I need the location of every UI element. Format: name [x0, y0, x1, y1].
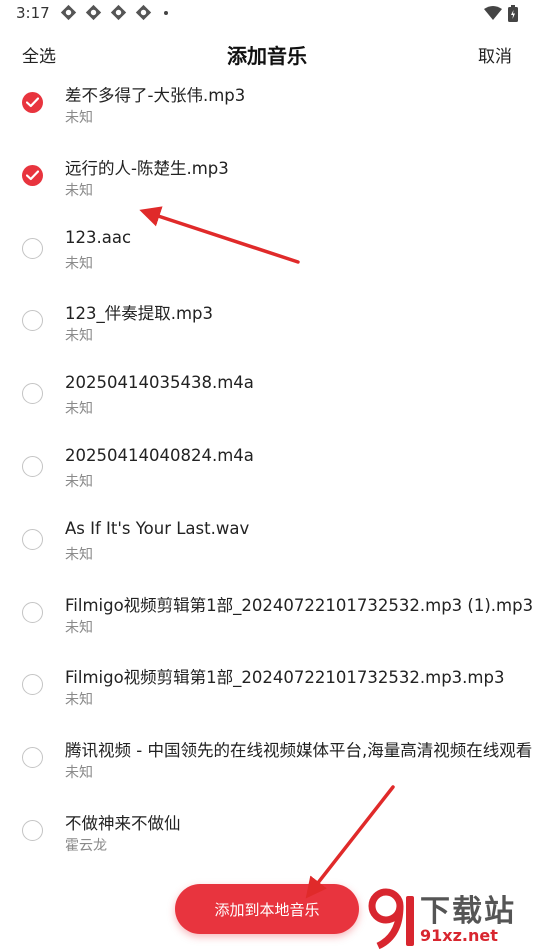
- item-artist: 未知: [65, 692, 93, 709]
- header: 全选 添加音乐 取消: [0, 30, 534, 76]
- item-title: 腾讯视频 - 中国领先的在线视频媒体平台,海量高清视频在线观看: [65, 741, 533, 761]
- status-time: 3:17: [16, 4, 50, 22]
- item-artist: 未知: [65, 328, 93, 345]
- item-artist: 未知: [65, 110, 93, 126]
- item-title: 123.aac: [65, 227, 132, 247]
- item-title: 远行的人-陈楚生.mp3: [65, 158, 229, 178]
- music-list: 差不多得了-大张伟.mp3 未知 远行的人-陈楚生.mp3 未知 123.aac 未知 12…: [0, 74, 534, 874]
- item-title: 差不多得了-大张伟.mp3: [65, 86, 246, 105]
- checkmark-icon: [26, 170, 39, 180]
- battery-icon: [508, 5, 518, 22]
- status-right: [484, 5, 518, 22]
- checkbox-unchecked-icon[interactable]: [22, 819, 43, 841]
- checkbox-unchecked-icon[interactable]: [22, 528, 43, 550]
- item-artist: 未知: [65, 473, 93, 490]
- item-title: As If It's Your Last.wav: [65, 518, 250, 538]
- status-bar: 3:17: [0, 0, 534, 28]
- checkbox-unchecked-icon[interactable]: [22, 601, 43, 623]
- wifi-icon: [484, 6, 502, 20]
- item-title: 20250414035438.m4a: [65, 373, 254, 393]
- checkbox-unchecked-icon[interactable]: [22, 674, 43, 696]
- list-item[interactable]: Filmigo视频剪辑第1部_20240722101732532.mp3.mp3…: [0, 656, 534, 729]
- list-item[interactable]: As If It's Your Last.wav 未知: [0, 511, 534, 584]
- app-icon: [135, 4, 152, 21]
- app-icon: [60, 4, 77, 21]
- item-title: Filmigo视频剪辑第1部_20240722101732532.mp3 (1)…: [65, 595, 534, 615]
- list-item[interactable]: 20250414040824.m4a 未知: [0, 438, 534, 511]
- cancel-button[interactable]: 取消: [478, 42, 512, 67]
- item-artist: 霍云龙: [65, 837, 107, 854]
- item-title: 20250414040824.m4a: [65, 445, 254, 465]
- page-title: 添加音乐: [227, 44, 307, 68]
- item-artist: 未知: [65, 401, 93, 418]
- checkbox-unchecked-icon[interactable]: [22, 383, 43, 405]
- list-item[interactable]: 123_伴奏提取.mp3 未知: [0, 292, 534, 365]
- checkbox-unchecked-icon[interactable]: [22, 237, 43, 259]
- checkbox-checked-icon[interactable]: [22, 92, 43, 113]
- list-item[interactable]: 腾讯视频 - 中国领先的在线视频媒体平台,海量高清视频在线观看 未知: [0, 729, 534, 802]
- list-item[interactable]: 差不多得了-大张伟.mp3 未知: [0, 74, 534, 147]
- list-item[interactable]: 不做神来不做仙 霍云龙: [0, 802, 534, 874]
- checkbox-unchecked-icon[interactable]: [22, 455, 43, 477]
- app-icon: [110, 4, 127, 21]
- checkbox-unchecked-icon[interactable]: [22, 747, 43, 769]
- status-dot: [164, 10, 168, 15]
- list-item[interactable]: Filmigo视频剪辑第1部_20240722101732532.mp3 (1)…: [0, 584, 534, 657]
- item-artist: 未知: [65, 255, 93, 272]
- item-title: Filmigo视频剪辑第1部_20240722101732532.mp3.mp3: [65, 668, 505, 688]
- checkbox-unchecked-icon[interactable]: [22, 310, 43, 332]
- item-artist: 未知: [65, 182, 93, 199]
- select-all-button[interactable]: 全选: [22, 42, 56, 67]
- item-artist: 未知: [65, 619, 93, 636]
- list-item[interactable]: 20250414035438.m4a 未知: [0, 365, 534, 438]
- watermark: 下载站 91xz.net: [368, 886, 534, 950]
- watermark-title: 下载站: [420, 894, 516, 929]
- app-icon: [85, 4, 102, 21]
- item-artist: 未知: [65, 546, 93, 563]
- list-item[interactable]: 远行的人-陈楚生.mp3 未知: [0, 147, 534, 220]
- checkbox-checked-icon[interactable]: [22, 164, 43, 186]
- item-artist: 未知: [65, 765, 93, 782]
- item-title: 123_伴奏提取.mp3: [65, 304, 214, 324]
- item-title: 不做神来不做仙: [65, 813, 181, 833]
- 91-logo-icon: [368, 888, 414, 950]
- status-notification-icons: [60, 4, 168, 21]
- checkmark-icon: [26, 97, 39, 108]
- add-to-local-music-button[interactable]: 添加到本地音乐: [175, 884, 359, 934]
- watermark-url: 91xz.net: [420, 926, 498, 945]
- list-item[interactable]: 123.aac 未知: [0, 220, 534, 293]
